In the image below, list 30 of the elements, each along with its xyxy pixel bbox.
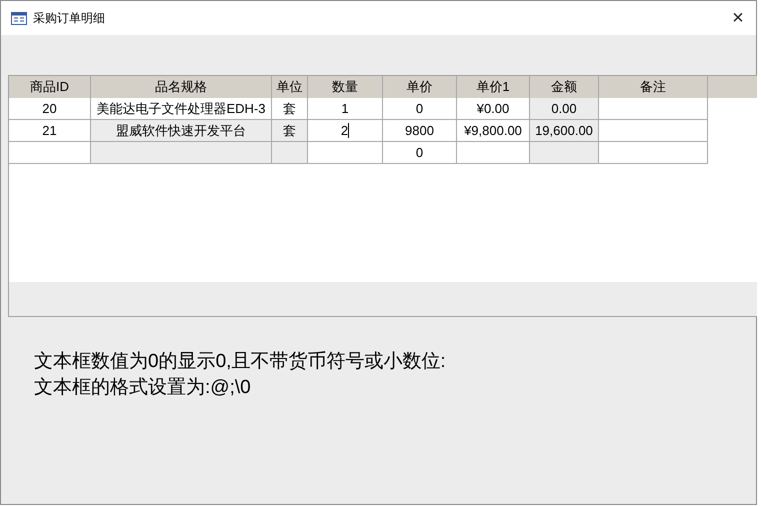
table-cell[interactable]: 19,600.00 <box>530 120 599 142</box>
table-cell[interactable]: 套 <box>272 98 308 120</box>
note-text: 文本框的格式设置为:@;\0 <box>34 376 252 400</box>
table-cell[interactable] <box>272 142 308 164</box>
table-cell[interactable]: 盟威软件快速开发平台 <box>91 120 272 142</box>
table-cell[interactable]: 20 <box>9 98 91 120</box>
table-cell[interactable] <box>599 98 708 120</box>
form-icon <box>11 12 27 24</box>
table-cell[interactable]: 9800 <box>383 120 457 142</box>
table-cell[interactable] <box>9 142 91 164</box>
table-cell[interactable]: 21 <box>9 120 91 142</box>
table-cell[interactable]: 0.00 <box>530 98 599 120</box>
table-cell[interactable]: 1 <box>308 98 383 120</box>
table-cell[interactable]: 0 <box>383 98 457 120</box>
table-cell[interactable] <box>91 142 272 164</box>
window-title: 采购订单明细 <box>33 10 106 26</box>
table-cell[interactable] <box>599 142 708 164</box>
table-cell[interactable]: ¥0.00 <box>457 98 530 120</box>
table-cell[interactable]: 0 <box>383 142 457 164</box>
text-cursor <box>348 123 350 138</box>
close-button[interactable]: × <box>720 3 756 33</box>
table-cell[interactable]: 2 <box>308 120 383 142</box>
table-cell[interactable] <box>530 142 599 164</box>
table-cell[interactable]: 套 <box>272 120 308 142</box>
table-cell[interactable]: ¥9,800.00 <box>457 120 530 142</box>
table-cell[interactable]: 美能达电子文件处理器EDH-3 <box>91 98 272 120</box>
table-cell[interactable] <box>308 142 383 164</box>
table-cell[interactable] <box>599 120 708 142</box>
note-text: 文本框数值为0的显示0,且不带货币符号或小数位: <box>34 350 447 374</box>
table-cell[interactable] <box>457 142 530 164</box>
